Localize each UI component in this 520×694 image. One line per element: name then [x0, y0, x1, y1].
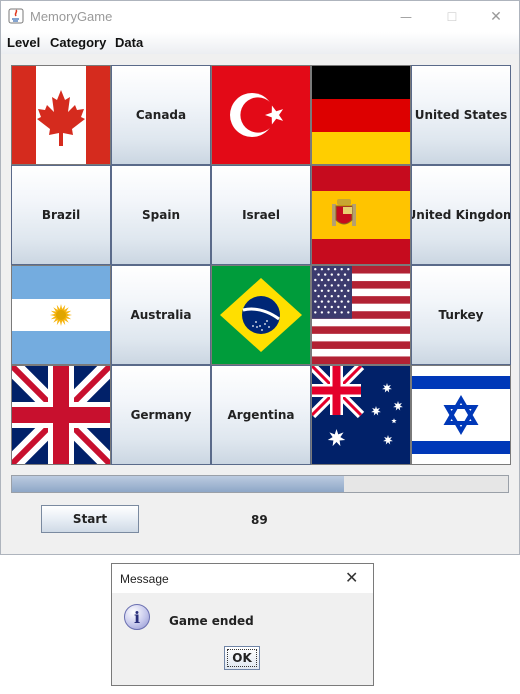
minimize-button[interactable]: — [383, 1, 429, 32]
card-button[interactable]: Australia [111, 265, 211, 365]
card-label: United Kingdom [411, 208, 511, 222]
card-button[interactable]: Turkey [411, 265, 511, 365]
card-button[interactable]: Brazil [11, 165, 111, 265]
flag-card-turkey[interactable] [211, 65, 311, 165]
card-button[interactable]: Israel [211, 165, 311, 265]
turkey-flag-icon [212, 66, 310, 164]
card-button[interactable]: Canada [111, 65, 211, 165]
menu-category[interactable]: Category [50, 35, 106, 50]
flag-card-germany[interactable] [311, 65, 411, 165]
card-label: Argentina [227, 408, 295, 422]
card-button[interactable]: Argentina [211, 365, 311, 465]
progress-bar [11, 475, 509, 493]
flag-card-canada[interactable] [11, 65, 111, 165]
start-button[interactable]: Start [41, 505, 139, 533]
memory-game-window: MemoryGame — ☐ ✕ Level Category Data Can… [0, 0, 520, 555]
menu-data[interactable]: Data [115, 35, 143, 50]
flag-card-australia[interactable] [311, 365, 411, 465]
card-label: United States [414, 108, 508, 122]
java-app-icon [8, 8, 24, 24]
window-title: MemoryGame [30, 9, 113, 24]
maximize-button[interactable]: ☐ [429, 1, 475, 32]
dialog-title: Message [120, 572, 169, 586]
card-label: Brazil [41, 208, 81, 222]
card-button[interactable]: Germany [111, 365, 211, 465]
flag-card-israel[interactable] [411, 365, 511, 465]
info-icon: i [124, 604, 150, 630]
menu-level[interactable]: Level [7, 35, 40, 50]
uk-flag-icon [12, 366, 110, 464]
flag-card-argentina[interactable] [11, 265, 111, 365]
dialog-message: Game ended [169, 614, 254, 628]
card-button[interactable]: United Kingdom [411, 165, 511, 265]
brazil-flag-icon [212, 266, 310, 364]
flag-card-brazil[interactable] [211, 265, 311, 365]
card-label: Australia [130, 308, 192, 322]
card-label: Germany [130, 408, 192, 422]
flag-card-uk[interactable] [11, 365, 111, 465]
dialog-title-bar: Message ✕ [112, 564, 373, 593]
card-button[interactable]: Spain [111, 165, 211, 265]
argentina-flag-icon [12, 266, 110, 364]
australia-flag-icon [312, 366, 410, 464]
message-dialog: Message ✕ i Game ended OK [111, 563, 374, 686]
card-button[interactable]: United States [411, 65, 511, 165]
score-label: 89 [251, 513, 268, 527]
card-label: Turkey [438, 308, 484, 322]
menu-bar: Level Category Data [1, 32, 519, 54]
progress-fill [12, 476, 345, 492]
card-label: Spain [142, 208, 180, 222]
canada-flag-icon [12, 66, 110, 164]
usa-flag-icon [312, 266, 410, 364]
ok-button[interactable]: OK [224, 646, 260, 670]
card-label: Canada [135, 108, 187, 122]
israel-flag-icon [412, 366, 510, 464]
card-label: Israel [242, 208, 280, 222]
close-button[interactable]: ✕ [473, 1, 519, 32]
flag-card-spain[interactable] [311, 165, 411, 265]
spain-flag-icon [312, 166, 410, 264]
flag-card-usa[interactable] [311, 265, 411, 365]
germany-flag-icon [312, 66, 410, 164]
title-bar: MemoryGame — ☐ ✕ [1, 1, 519, 32]
dialog-close-button[interactable]: ✕ [345, 568, 358, 587]
card-grid: Canada United States Brazil Spain Israel Un… [11, 65, 511, 465]
